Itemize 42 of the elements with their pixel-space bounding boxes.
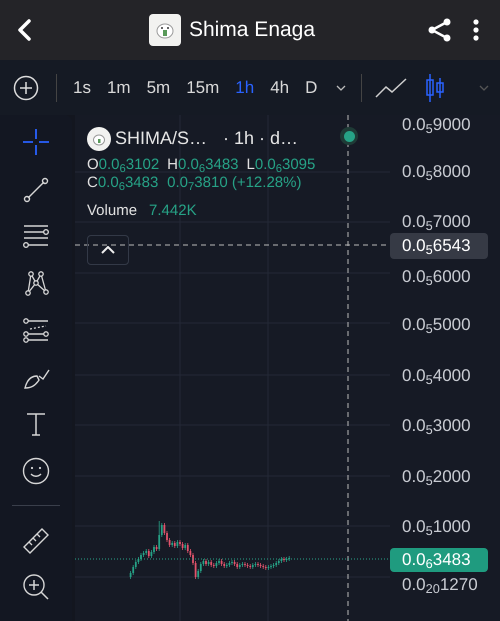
add-indicator-button[interactable] <box>12 74 40 102</box>
volume-label: Volume <box>87 201 138 221</box>
timeframe-tab[interactable]: 1m <box>106 74 131 100</box>
timeframe-tab[interactable]: 1h <box>235 74 254 100</box>
price-axis-label: 0.0$_{5}$5000 <box>402 315 471 335</box>
timeframe-tab[interactable]: 15m <box>186 74 220 100</box>
timeframe-tab[interactable]: D <box>305 74 318 100</box>
fibonacci-icon[interactable] <box>21 315 51 345</box>
token-logo-icon <box>148 14 181 46</box>
more-menu-icon[interactable] <box>473 18 479 42</box>
price-axis-label: 0.0$_{5}$1000 <box>402 517 471 537</box>
page-title: Shima Enaga <box>188 17 316 44</box>
price-axis-label: 0.0$_{5}$6000 <box>402 267 471 287</box>
volume-value: 7.442K <box>149 201 197 221</box>
last-price-label: 0.0$_{6}$3483 <box>390 548 488 572</box>
timeframe-tab[interactable]: 4h <box>270 74 290 100</box>
chevron-up-icon <box>101 246 115 254</box>
zoom-in-icon[interactable] <box>21 572 51 602</box>
price-axis-label: 0.0$_{5}$3000 <box>402 416 471 436</box>
price-axis-label: 0.0$_{5}$7000 <box>402 212 471 232</box>
ohlc-value: H0.0$_{6}$3483 <box>167 156 239 174</box>
ohlc-value: L0.0$_{6}$3095 <box>246 156 316 174</box>
timeframe-tab[interactable]: 1s <box>73 74 91 100</box>
price-change: 0.0$_{7}$3810 (+12.28%) <box>167 174 302 192</box>
ohlc-value: O0.0$_{6}$3102 <box>87 156 160 174</box>
interval-label: · 1h · d… <box>223 127 298 150</box>
price-axis-label: 0.0$_{5}$2000 <box>402 467 471 487</box>
back-icon[interactable] <box>16 18 32 42</box>
crosshair-icon[interactable] <box>21 127 51 157</box>
symbol-label: SHIMA/S… <box>115 127 208 150</box>
price-axis-label: 0.0$_{20}$1270 <box>402 575 478 595</box>
price-axis-label: 0.0$_{5}$8000 <box>402 162 471 182</box>
line-chart-icon[interactable] <box>374 76 408 100</box>
collapse-legend-button[interactable] <box>87 234 129 264</box>
candlestick-icon[interactable] <box>424 72 446 102</box>
crosshair-price-label: 0.0$_{5}$6543 <box>390 233 488 259</box>
token-logo-icon <box>87 126 111 150</box>
price-axis-label: 0.0$_{5}$4000 <box>402 366 471 386</box>
smiley-icon[interactable] <box>21 456 51 486</box>
timeframe-tab[interactable]: 5m <box>146 74 170 100</box>
ohlc-value: C0.0$_{6}$3483 <box>87 174 160 192</box>
price-axis-label: 0.0$_{5}$9000 <box>402 115 471 135</box>
